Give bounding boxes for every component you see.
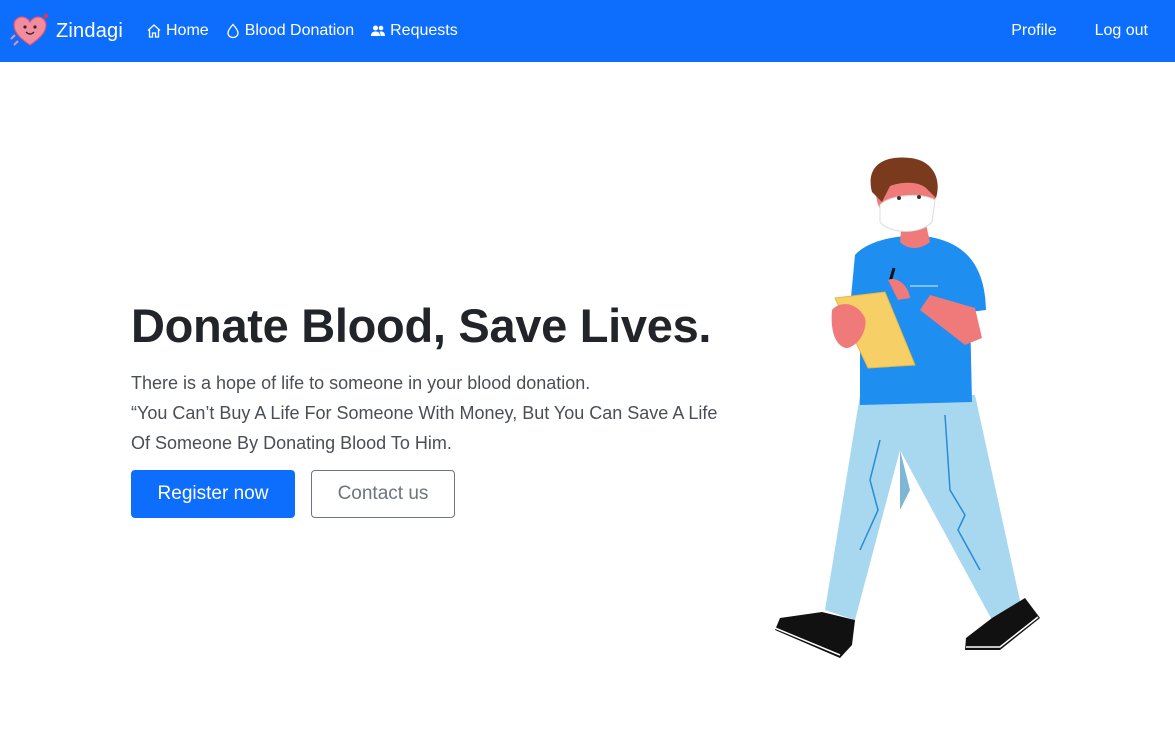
hero-description: There is a hope of life to someone in yo…	[131, 368, 721, 458]
navbar: Zindagi Home Blood Donation Requests Pro…	[0, 0, 1175, 62]
hero-subtitle: There is a hope of life to someone in yo…	[131, 373, 591, 393]
hero-quote: “You Can’t Buy A Life For Someone With M…	[131, 403, 718, 453]
nav-right: Profile Log out	[1011, 19, 1148, 43]
nav-blood-donation[interactable]: Blood Donation	[225, 19, 354, 43]
doctor-walking-illustration	[774, 157, 1040, 658]
register-now-button[interactable]: Register now	[131, 470, 295, 518]
brand-name: Zindagi	[56, 19, 123, 42]
nav-logout[interactable]: Log out	[1095, 19, 1148, 43]
nav-home[interactable]: Home	[146, 19, 209, 43]
nav-links: Home Blood Donation Requests	[146, 19, 458, 43]
contact-us-button[interactable]: Contact us	[311, 470, 455, 518]
nav-home-label: Home	[166, 22, 209, 39]
people-icon	[371, 25, 386, 36]
droplet-icon	[227, 23, 239, 39]
nav-blood-donation-label: Blood Donation	[244, 22, 355, 39]
nav-requests-label: Requests	[390, 22, 458, 39]
heart-mascot-icon	[10, 13, 49, 46]
hero-title: Donate Blood, Save Lives.	[131, 299, 712, 352]
nav-profile[interactable]: Profile	[1011, 19, 1056, 43]
brand-link[interactable]: Zindagi	[10, 10, 123, 52]
house-icon	[147, 24, 161, 38]
nav-requests[interactable]: Requests	[370, 19, 458, 43]
